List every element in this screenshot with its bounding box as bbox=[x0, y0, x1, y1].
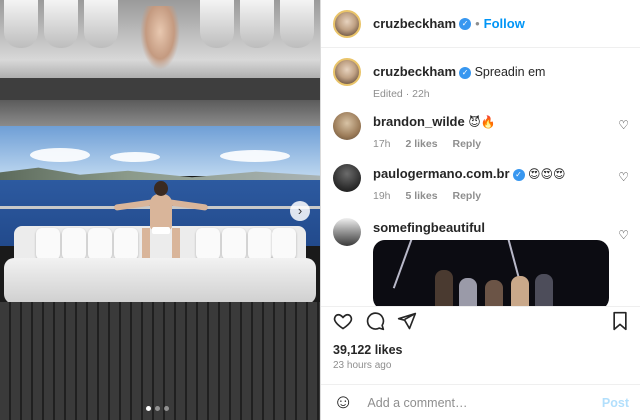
author-avatar[interactable] bbox=[333, 58, 361, 86]
comment-text: 😈🔥 bbox=[468, 115, 496, 129]
like-comment-icon[interactable]: ♡ bbox=[618, 228, 629, 242]
verified-icon: ✓ bbox=[512, 168, 525, 181]
like-comment-icon[interactable]: ♡ bbox=[618, 170, 629, 184]
like-comment-icon[interactable]: ♡ bbox=[618, 118, 629, 132]
person bbox=[150, 194, 172, 230]
caption: cruzbeckham ✓ Spreadin em Edited · 22h bbox=[333, 58, 629, 100]
reply-button[interactable]: Reply bbox=[453, 190, 482, 202]
emoji-icon[interactable]: ☺ bbox=[333, 391, 353, 414]
save-icon[interactable] bbox=[611, 311, 629, 331]
share-icon[interactable] bbox=[397, 311, 417, 331]
verified-icon: ✓ bbox=[459, 66, 472, 79]
caption-edited: Edited · 22h bbox=[373, 88, 430, 100]
like-icon[interactable] bbox=[333, 311, 353, 331]
verified-icon: ✓ bbox=[459, 17, 472, 30]
caption-text: Spreadin em bbox=[474, 65, 546, 79]
carousel-indicator bbox=[146, 406, 169, 411]
post-panel: cruzbeckham ✓ • Follow cruzbeckham ✓ Spre… bbox=[320, 0, 640, 420]
reply-button[interactable]: Reply bbox=[453, 138, 482, 150]
post-header: cruzbeckham ✓ • Follow bbox=[321, 0, 640, 48]
post-button[interactable]: Post bbox=[602, 396, 629, 410]
comment-item: paulogermano.com.br ✓ 😍😍😍 19h 5 likes Rep… bbox=[333, 164, 629, 202]
follow-button[interactable]: Follow bbox=[484, 16, 525, 31]
comment-video-thumbnail[interactable] bbox=[373, 240, 609, 306]
likes-count[interactable]: 39,122 likes bbox=[333, 343, 403, 357]
comment-icon[interactable] bbox=[365, 311, 385, 331]
deck bbox=[0, 302, 320, 420]
comment-username[interactable]: paulogermano.com.br bbox=[373, 166, 510, 181]
separator: • bbox=[475, 16, 480, 31]
comment-likes[interactable]: 5 likes bbox=[405, 190, 437, 202]
commenter-avatar[interactable] bbox=[333, 112, 361, 140]
comment-time: 19h bbox=[373, 190, 391, 202]
ceiling-reflection bbox=[0, 0, 320, 100]
carousel-dot bbox=[164, 406, 169, 411]
post-time: 23 hours ago bbox=[333, 360, 392, 371]
comment-likes[interactable]: 2 likes bbox=[405, 138, 437, 150]
carousel-dot bbox=[155, 406, 160, 411]
author-avatar[interactable] bbox=[333, 9, 361, 38]
comment-username[interactable]: somefingbeautiful bbox=[373, 220, 485, 235]
comment-text: 😍😍😍 bbox=[528, 167, 566, 181]
caption-username[interactable]: cruzbeckham bbox=[373, 64, 456, 79]
comment-input[interactable] bbox=[367, 395, 602, 410]
carousel-dot bbox=[146, 406, 151, 411]
comment-time: 17h bbox=[373, 138, 391, 150]
comments-list[interactable]: cruzbeckham ✓ Spreadin em Edited · 22h br… bbox=[321, 48, 640, 306]
author-username[interactable]: cruzbeckham bbox=[373, 16, 456, 31]
commenter-avatar[interactable] bbox=[333, 218, 361, 246]
commenter-avatar[interactable] bbox=[333, 164, 361, 192]
post-image[interactable]: › bbox=[0, 0, 320, 420]
comment-username[interactable]: brandon_wilde bbox=[373, 114, 465, 129]
comment-composer: ☺ Post bbox=[321, 384, 640, 420]
action-bar bbox=[321, 306, 640, 336]
comment-item: brandon_wilde 😈🔥 17h 2 likes Reply ♡ bbox=[333, 112, 629, 150]
next-slide-button[interactable]: › bbox=[290, 201, 310, 221]
